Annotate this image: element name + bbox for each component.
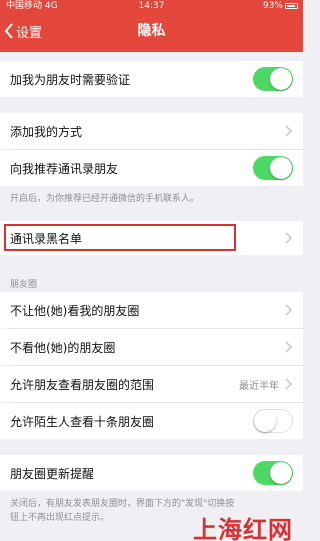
- row-moments-update-reminder: 朋友圈更新提醒: [0, 455, 303, 491]
- row-add-me-ways-label: 添加我的方式: [10, 124, 83, 139]
- moments-section-header: 朋友圈: [10, 280, 38, 290]
- battery-icon: [285, 3, 298, 9]
- recommend-toggle[interactable]: [253, 156, 293, 180]
- row-verify-friend: 加我为朋友时需要验证: [0, 61, 303, 97]
- battery-percent: 93%: [262, 1, 283, 11]
- row-add-me-ways[interactable]: 添加我的方式: [0, 113, 303, 149]
- row-moments-range[interactable]: 允许朋友查看朋友圈的范围 最近半年: [0, 366, 303, 402]
- row-hide-their-moments[interactable]: 不看他(她)的朋友圈: [0, 329, 303, 365]
- chevron-right-icon: [285, 304, 293, 316]
- row-hide-my-moments[interactable]: 不让他(她)看我的朋友圈: [0, 292, 303, 328]
- toggle-knob: [254, 410, 276, 432]
- watermark-logo: 上海红网: [193, 516, 293, 541]
- row-stranger-ten-moments: 允许陌生人查看十条朋友圈: [0, 403, 303, 439]
- chevron-right-icon: [285, 378, 293, 390]
- row-moments-range-label: 允许朋友查看朋友圈的范围: [10, 377, 155, 392]
- page-title: 隐私: [137, 23, 166, 39]
- stranger-ten-toggle[interactable]: [253, 409, 293, 433]
- nav-bar: 设置 隐私: [0, 14, 303, 48]
- row-hide-their-moments-label: 不看他(她)的朋友圈: [10, 340, 116, 355]
- recommend-note: 开启后，为你推荐已经开通微信的手机联系人。: [10, 194, 200, 204]
- row-moments-update-label: 朋友圈更新提醒: [10, 466, 95, 481]
- moments-update-toggle[interactable]: [253, 461, 293, 485]
- toggle-knob: [270, 68, 292, 90]
- toggle-knob: [270, 462, 292, 484]
- row-stranger-ten-label: 允许陌生人查看十条朋友圈: [10, 414, 155, 429]
- status-bar: 中国移动 4G 14:37 93%: [0, 0, 303, 12]
- chevron-right-icon: [285, 125, 293, 137]
- status-time: 14:37: [138, 1, 165, 11]
- row-recommend-contacts: 向我推荐通讯录朋友: [0, 150, 303, 186]
- row-verify-label: 加我为朋友时需要验证: [10, 72, 131, 87]
- chevron-right-icon: [285, 232, 293, 244]
- verify-toggle[interactable]: [253, 67, 293, 91]
- toggle-knob: [270, 157, 292, 179]
- row-recommend-label: 向我推荐通讯录朋友: [10, 161, 119, 176]
- top-bar: 中国移动 4G 14:37 93% 设置 隐私: [0, 0, 303, 52]
- chevron-right-icon: [285, 341, 293, 353]
- row-contacts-blacklist[interactable]: 通讯录黑名单: [0, 221, 303, 255]
- row-blacklist-label: 通讯录黑名单: [10, 231, 83, 246]
- moments-range-value: 最近半年: [239, 380, 279, 392]
- row-hide-my-moments-label: 不让他(她)看我的朋友圈: [10, 303, 140, 318]
